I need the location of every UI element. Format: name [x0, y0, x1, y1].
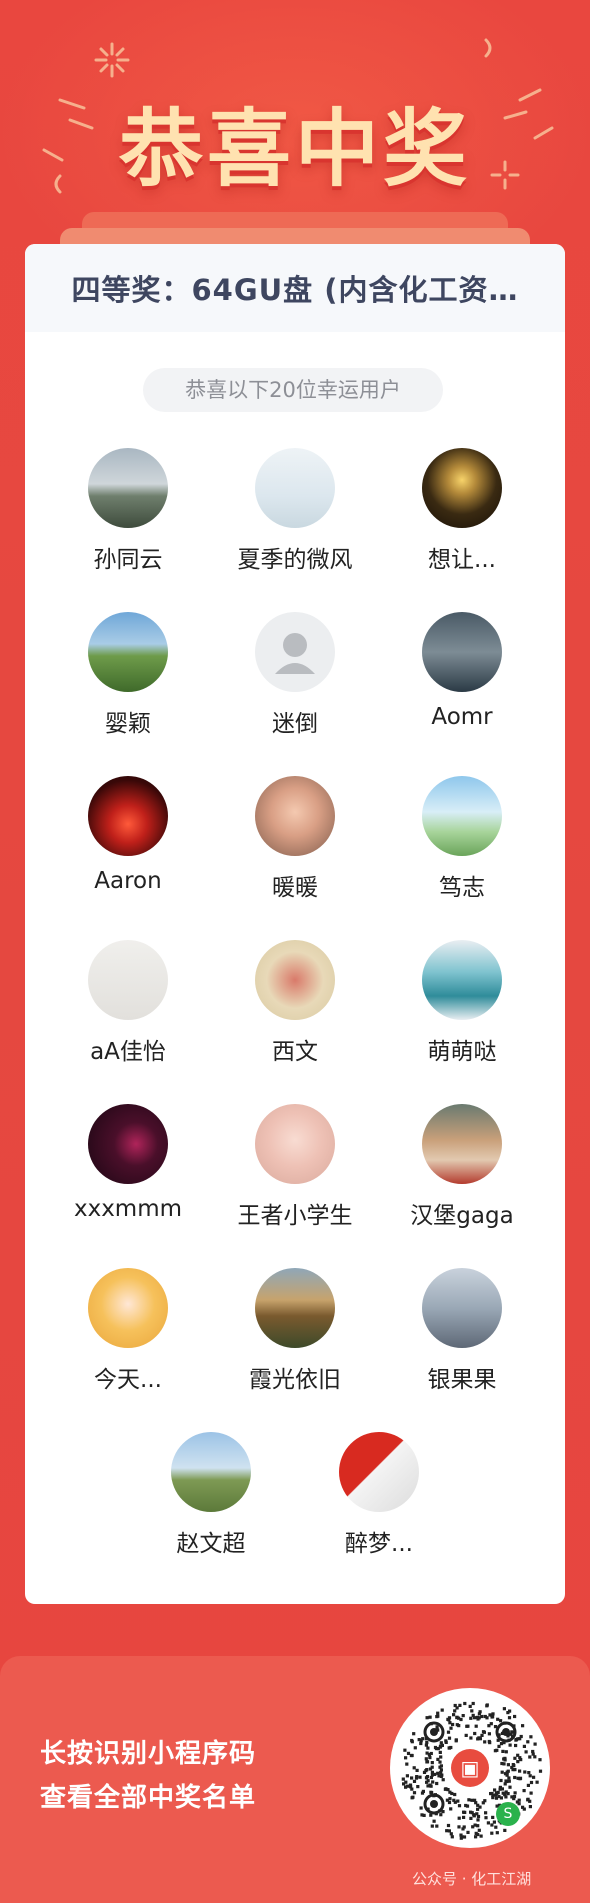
winner-avatar [339, 1432, 419, 1512]
winner-avatar [255, 448, 335, 528]
winner-item: 萌萌哒 [377, 940, 547, 1066]
footer-instruction: 长按识别小程序码 [40, 1739, 257, 1769]
winner-avatar [255, 1268, 335, 1348]
winner-avatar [171, 1432, 251, 1512]
winner-item: xxxmmm [43, 1104, 213, 1222]
winner-name: Aaron [94, 868, 162, 894]
page-title: 恭喜中奖 [118, 100, 471, 198]
winner-name: xxxmmm [73, 1196, 183, 1222]
winner-name: 今天... [94, 1367, 162, 1393]
winner-item: 赵文超 [126, 1432, 296, 1558]
winner-name: 王者小学生 [237, 1203, 353, 1229]
winner-item: 今天... [43, 1268, 213, 1394]
winner-avatar [255, 940, 335, 1020]
winner-item: 暖暖 [210, 776, 380, 902]
prize-title: 四等奖：64GU盘 (内含化工资… [71, 273, 519, 307]
winner-avatar [422, 448, 502, 528]
winner-item: 笃志 [377, 776, 547, 902]
gift-icon: ▣ [460, 1756, 480, 1780]
winner-avatar [88, 612, 168, 692]
watermark: 公众号 · 化工江湖 [412, 1870, 532, 1888]
winner-name: 夏季的微风 [237, 547, 353, 573]
winner-item: 汉堡gaga [377, 1104, 547, 1230]
winner-avatar [88, 448, 168, 528]
winner-avatar [88, 1104, 168, 1184]
winner-name: 醉梦... [345, 1531, 413, 1557]
winner-item: 霞光依旧 [210, 1268, 380, 1394]
winner-avatar [422, 940, 502, 1020]
user-placeholder-icon [275, 633, 315, 674]
winner-item: 醉梦... [294, 1432, 464, 1558]
winner-avatar [422, 776, 502, 856]
winner-avatar [422, 612, 502, 692]
winner-avatar [255, 612, 335, 692]
winner-item: Aaron [43, 776, 213, 894]
winner-name: 萌萌哒 [427, 1039, 497, 1065]
mini-program-icon: S [496, 1802, 520, 1826]
winner-name: 霞光依旧 [249, 1367, 341, 1393]
winner-avatar [88, 776, 168, 856]
prize-header: 四等奖：64GU盘 (内含化工资… [25, 244, 565, 332]
winner-item: 想让... [377, 448, 547, 574]
winner-item: Aomr [377, 612, 547, 730]
winner-name: 西文 [272, 1039, 318, 1065]
winner-avatar [255, 1104, 335, 1184]
winner-name: 婴颖 [105, 711, 151, 737]
winner-item: 夏季的微风 [210, 448, 380, 574]
winner-item: 银果果 [377, 1268, 547, 1394]
winner-item: 西文 [210, 940, 380, 1066]
winner-avatar [255, 776, 335, 856]
winner-avatar [88, 940, 168, 1020]
winner-name: aA佳怡 [90, 1039, 166, 1065]
winners-count-pill: 恭喜以下20位幸运用户 [143, 368, 443, 412]
winner-name: 孙同云 [93, 547, 163, 573]
winner-item: 孙同云 [43, 448, 213, 574]
winner-item: aA佳怡 [43, 940, 213, 1066]
winner-item: 王者小学生 [210, 1104, 380, 1230]
footer-instruction-2: 查看全部中奖名单 [40, 1783, 257, 1813]
winner-item: 迷倒 [210, 612, 380, 738]
winner-name: 迷倒 [272, 711, 318, 737]
winner-name: 想让... [428, 547, 496, 573]
winner-name: 汉堡gaga [410, 1203, 514, 1229]
winners-card: 四等奖：64GU盘 (内含化工资… 恭喜以下20位幸运用户 孙同云 夏季的微风 想让… [25, 244, 565, 1604]
winner-name: 银果果 [427, 1367, 497, 1393]
winner-name: 赵文超 [176, 1531, 246, 1557]
winner-avatar [88, 1268, 168, 1348]
winner-name: Aomr [431, 704, 493, 730]
winner-item: 婴颖 [43, 612, 213, 738]
winner-avatar [422, 1268, 502, 1348]
winner-avatar [422, 1104, 502, 1184]
winner-name: 笃志 [439, 875, 485, 901]
mini-program-code[interactable]: ▣ S [390, 1688, 550, 1848]
winner-name: 暖暖 [272, 875, 318, 901]
qr-center-logo: ▣ [445, 1743, 495, 1793]
